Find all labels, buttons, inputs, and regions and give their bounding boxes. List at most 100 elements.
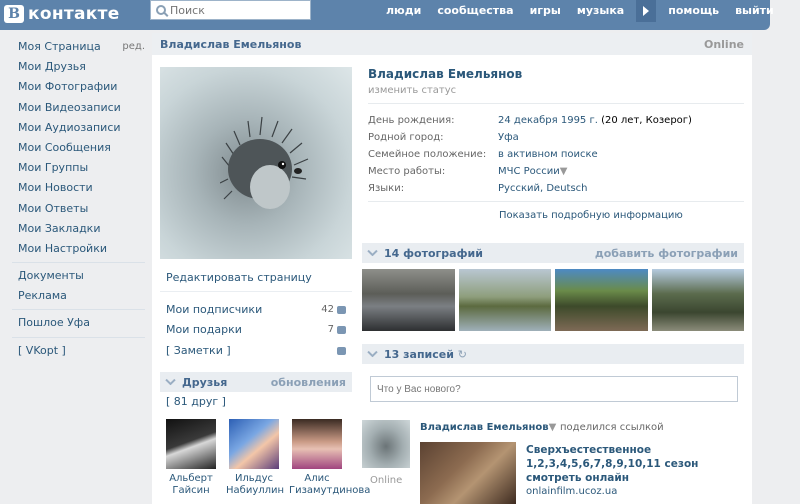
notes-row[interactable]: [ Заметки ] <box>166 344 346 357</box>
nav-logout[interactable]: выйти <box>727 0 782 22</box>
dropdown-arrow-icon[interactable]: ▼ <box>549 422 557 433</box>
play-icon[interactable] <box>636 0 657 22</box>
menu-my-friends[interactable]: Мои Друзья <box>12 57 145 77</box>
menu-label[interactable]: Пошлое Уфа <box>18 313 90 333</box>
followers-label[interactable]: Мои подписчики <box>166 303 262 316</box>
photos-block-header[interactable]: 14 фотографий добавить фотографии <box>362 243 744 263</box>
friend-card[interactable]: Альберт Гайсин <box>163 419 219 497</box>
menu-documents[interactable]: Документы <box>12 266 145 286</box>
friend-photo[interactable] <box>166 419 216 469</box>
menu-my-bookmarks[interactable]: Мои Закладки <box>12 219 145 239</box>
menu-label[interactable]: Мои Сообщения <box>18 138 111 158</box>
search-box[interactable] <box>150 0 311 20</box>
friends-title[interactable]: Друзья <box>182 376 227 389</box>
menu-my-news[interactable]: Мои Новости <box>12 178 145 198</box>
vk-logo-text: контакте <box>28 4 120 24</box>
dropdown-arrow-icon[interactable]: ▼ <box>560 166 568 177</box>
gifts-count: 7 <box>327 324 334 335</box>
photo-thumb[interactable] <box>362 269 455 331</box>
hometown-link[interactable]: Уфа <box>498 132 519 143</box>
menu-label[interactable]: Мои Видеозаписи <box>18 98 121 118</box>
gifts-label[interactable]: Мои подарки <box>166 323 242 336</box>
friend-first-name[interactable]: Альберт <box>163 473 219 485</box>
menu-label[interactable]: Реклама <box>18 286 67 306</box>
relationship-link[interactable]: в активном поиске <box>498 149 598 160</box>
menu-my-audio[interactable]: Мои Аудиозаписи <box>12 118 145 138</box>
menu-label[interactable]: Мои Друзья <box>18 57 86 77</box>
nav-help[interactable]: помощь <box>660 0 727 22</box>
wall-title[interactable]: 13 записей <box>384 348 454 361</box>
menu-my-answers[interactable]: Мои Ответы <box>12 199 145 219</box>
friends-block-header[interactable]: Друзья обновления <box>160 372 352 392</box>
users-icon <box>337 305 346 314</box>
friend-last-name[interactable]: Набиуллин <box>226 485 284 497</box>
menu-my-videos[interactable]: Мои Видеозаписи <box>12 98 145 118</box>
post-author-avatar[interactable] <box>362 420 410 468</box>
friend-last-name[interactable]: Гайсин <box>163 485 219 497</box>
notes-label[interactable]: [ Заметки ] <box>166 344 231 357</box>
edit-page-link[interactable]: Редактировать страницу <box>166 271 312 284</box>
gifts-row[interactable]: Мои подарки 7 <box>166 323 346 336</box>
profile-avatar[interactable] <box>160 67 352 259</box>
friend-photo[interactable] <box>229 419 279 469</box>
menu-my-groups[interactable]: Мои Группы <box>12 158 145 178</box>
wall-block-header[interactable]: 13 записей ↻ <box>362 344 744 364</box>
friends-updates-link[interactable]: обновления <box>271 376 346 389</box>
menu-label[interactable]: Мои Настройки <box>18 239 107 259</box>
add-photos-link[interactable]: добавить фотографии <box>595 247 738 260</box>
post-author-online: Online <box>370 475 403 486</box>
post-author-name[interactable]: Владислав Емельянов▼ <box>420 422 556 433</box>
menu-label[interactable]: Мои Новости <box>18 178 93 198</box>
menu-divider <box>12 262 145 264</box>
post-link-domain[interactable]: onlainfilm.ucoz.ua <box>526 486 617 497</box>
friend-first-name[interactable]: Алис <box>289 473 345 485</box>
info-label: Родной город: <box>368 132 444 143</box>
friend-card[interactable]: Ильдус Набиуллин <box>226 419 284 497</box>
search-input[interactable] <box>170 3 300 17</box>
menu-my-page[interactable]: Моя Страница ред. <box>12 37 145 57</box>
friend-card[interactable]: Алис Гизамутдинова <box>289 419 370 497</box>
nav-people[interactable]: люди <box>378 0 429 22</box>
photo-thumb[interactable] <box>651 269 744 331</box>
photo-thumb[interactable] <box>458 269 551 331</box>
menu-group-link[interactable]: Пошлое Уфа <box>12 313 145 333</box>
refresh-icon[interactable]: ↻ <box>458 348 467 361</box>
languages-link[interactable]: Русский, Deutsch <box>498 183 588 194</box>
menu-my-messages[interactable]: Мои Сообщения <box>12 138 145 158</box>
show-more-info-link[interactable]: Показать подробную информацию <box>499 210 683 221</box>
nav-music[interactable]: музыка <box>569 0 632 22</box>
menu-label[interactable]: Мои Фотографии <box>18 77 117 97</box>
menu-ads[interactable]: Реклама <box>12 286 145 306</box>
nav-communities[interactable]: сообщества <box>429 0 521 22</box>
menu-vkopt[interactable]: [ VKopt ] <box>12 341 145 361</box>
menu-my-photos[interactable]: Мои Фотографии <box>12 77 145 97</box>
vk-logo[interactable]: В контакте <box>4 1 120 27</box>
followers-row[interactable]: Мои подписчики 42 <box>166 303 346 316</box>
menu-label[interactable]: [ VKopt ] <box>18 341 66 361</box>
photos-title[interactable]: 14 фотографий <box>384 247 483 260</box>
search-icon <box>156 5 166 15</box>
menu-my-settings[interactable]: Мои Настройки <box>12 239 145 259</box>
birthday-link[interactable]: 24 декабря 1995 г. <box>498 115 598 126</box>
menu-label[interactable]: Мои Аудиозаписи <box>18 118 121 138</box>
friend-first-name[interactable]: Ильдус <box>226 473 282 485</box>
menu-label[interactable]: Мои Группы <box>18 158 88 178</box>
menu-label[interactable]: Документы <box>18 266 84 286</box>
post-author-link[interactable]: Владислав Емельянов <box>420 422 549 433</box>
edit-link[interactable]: ред. <box>122 37 145 57</box>
friends-count[interactable]: [ 81 друг ] <box>166 395 226 408</box>
post-link-title[interactable]: Сверхъестественное 1,2,3,4,5,6,7,8,9,10,… <box>526 443 742 485</box>
chevron-down-icon <box>368 248 378 258</box>
work-link[interactable]: МЧС России <box>498 166 560 177</box>
post-link-thumbnail[interactable] <box>420 442 516 504</box>
menu-divider <box>12 336 145 338</box>
friend-photo[interactable] <box>292 419 342 469</box>
change-status-link[interactable]: изменить статус <box>368 85 456 96</box>
new-post-input[interactable] <box>370 376 738 402</box>
photo-thumb[interactable] <box>555 269 648 331</box>
nav-games[interactable]: игры <box>522 0 569 22</box>
friend-last-name[interactable]: Гизамутдинова <box>289 485 370 497</box>
menu-label[interactable]: Мои Закладки <box>18 219 100 239</box>
menu-label[interactable]: Моя Страница <box>18 37 101 57</box>
menu-label[interactable]: Мои Ответы <box>18 199 88 219</box>
